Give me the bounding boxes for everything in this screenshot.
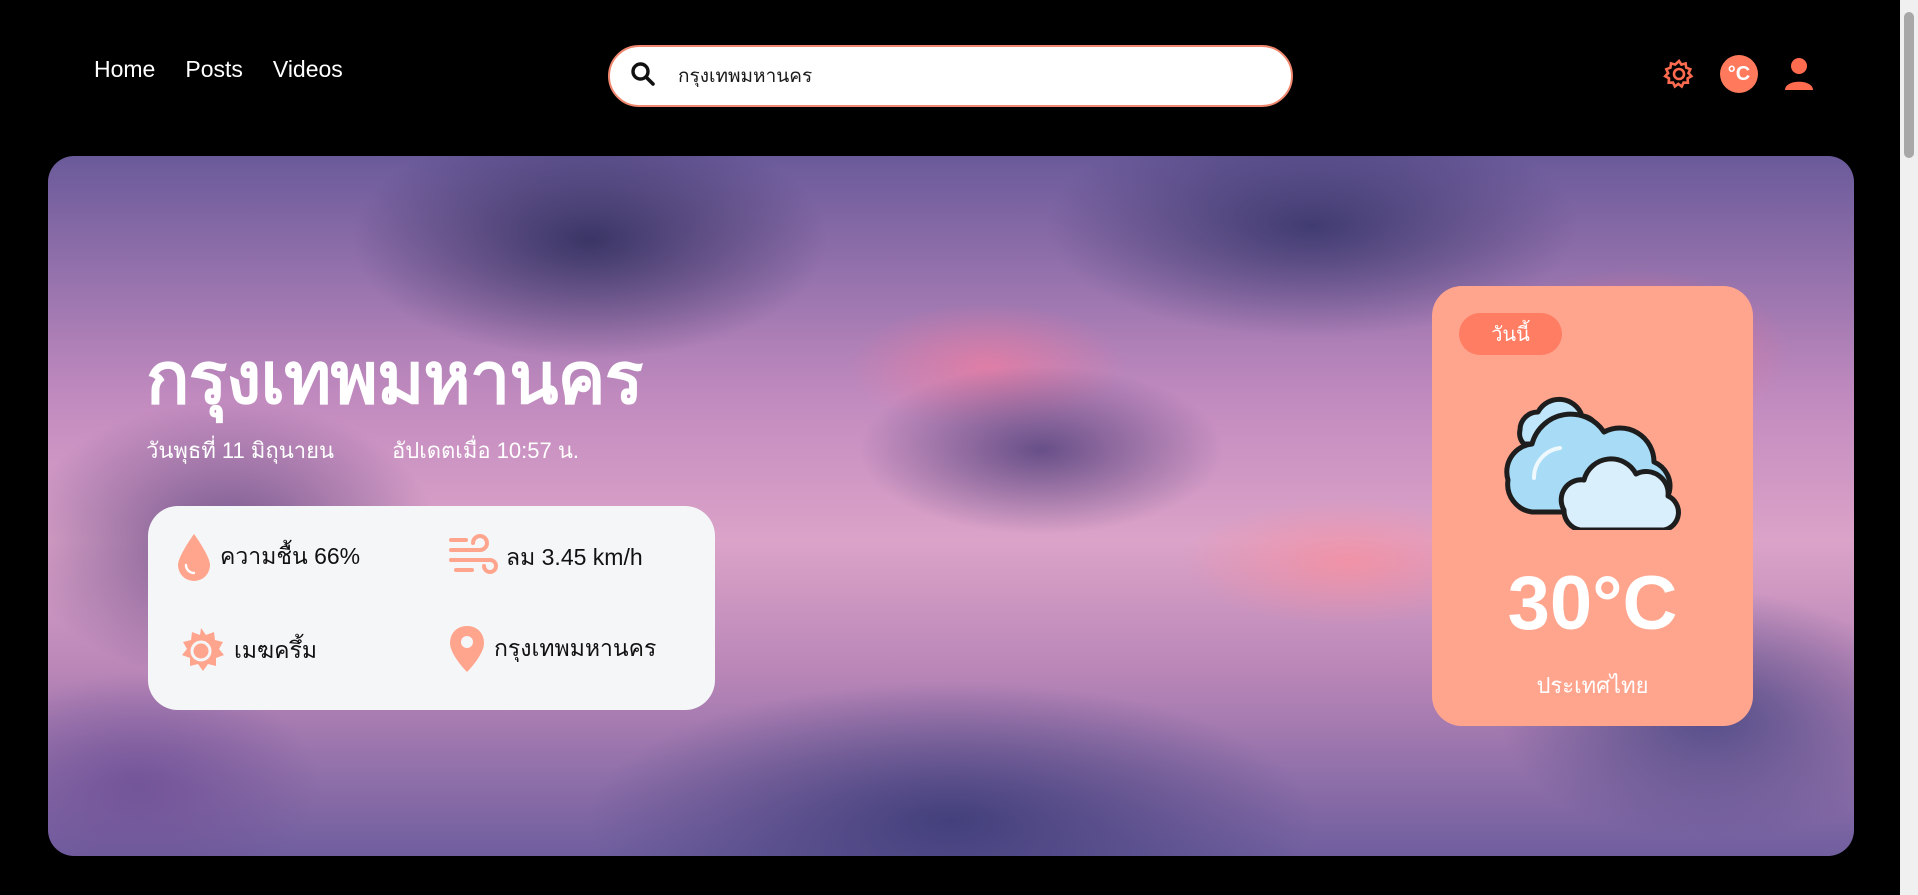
location-stat: กรุงเทพมหานคร: [448, 624, 656, 674]
cloudy-icon: [1494, 370, 1690, 534]
temperature-value: 30°C: [1507, 561, 1678, 646]
nav-posts-link[interactable]: Posts: [185, 56, 243, 83]
condition-text: เมฆครึ้ม: [234, 637, 317, 663]
today-forecast-card: วันนี้ 30°C ประเทศไทย: [1432, 286, 1753, 726]
date-line: วันพุธที่ 11 มิถุนายน อัปเดตเมื่อ 10:57 …: [146, 433, 579, 468]
sun-icon: [176, 626, 226, 676]
humidity-stat: ความชื้น 66%: [176, 532, 360, 582]
page-scrollbar[interactable]: [1900, 0, 1918, 895]
country-label: ประเทศไทย: [1536, 673, 1649, 698]
top-navbar: Home Posts Videos °C: [0, 0, 1900, 150]
search-bar[interactable]: [608, 45, 1293, 107]
wind-stat: ลม 3.45 km/h: [448, 534, 643, 582]
nav-home-link[interactable]: Home: [94, 56, 155, 83]
hero-banner: กรุงเทพมหานคร วันพุธที่ 11 มิถุนายน อัปเ…: [48, 156, 1854, 856]
today-badge: วันนี้: [1459, 313, 1562, 355]
header-actions: °C: [1660, 55, 1818, 93]
condition-stat: เมฆครึ้ม: [176, 626, 317, 676]
scrollbar-thumb[interactable]: [1904, 12, 1914, 158]
current-date: วันพุธที่ 11 มิถุนายน: [146, 438, 335, 463]
wind-text: ลม 3.45 km/h: [506, 544, 643, 570]
search-input[interactable]: [678, 65, 1258, 87]
location-text: กรุงเทพมหานคร: [494, 635, 657, 661]
humidity-text: ความชื้น 66%: [220, 543, 361, 569]
temperature-unit-toggle[interactable]: °C: [1720, 55, 1758, 93]
city-title: กรุงเทพมหานคร: [146, 339, 643, 419]
map-pin-icon: [448, 624, 486, 674]
main-nav: Home Posts Videos: [94, 56, 343, 83]
water-drop-icon: [176, 532, 212, 582]
updated-time: อัปเดตเมื่อ 10:57 น.: [392, 438, 579, 463]
search-icon[interactable]: [630, 61, 656, 91]
gear-icon[interactable]: [1660, 55, 1698, 93]
wind-icon: [448, 534, 498, 582]
nav-videos-link[interactable]: Videos: [273, 56, 343, 83]
weather-stats-card: ความชื้น 66% ลม 3.45 km/h เมฆครึ้ม กรุงเ…: [148, 506, 715, 710]
user-icon[interactable]: [1780, 55, 1818, 93]
